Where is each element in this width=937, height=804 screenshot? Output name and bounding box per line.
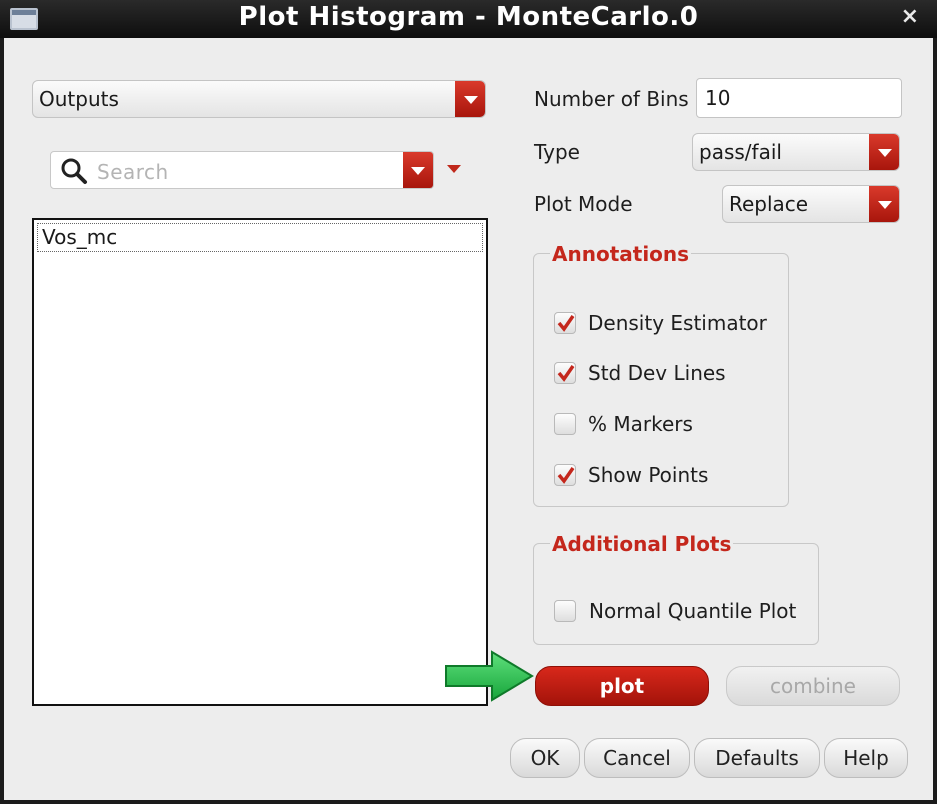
percent-markers-checkbox[interactable] <box>554 413 576 435</box>
search-icon <box>61 158 87 184</box>
additional-plots-group: Additional Plots Normal Quantile Plot <box>533 532 819 645</box>
plot-mode-label: Plot Mode <box>534 192 633 216</box>
outputs-select[interactable]: Outputs <box>32 80 486 118</box>
ok-button[interactable]: OK <box>510 738 580 778</box>
annotations-title: Annotations <box>550 242 692 266</box>
density-estimator-checkbox[interactable] <box>554 312 576 334</box>
help-button[interactable]: Help <box>824 738 908 778</box>
outputs-select-value: Outputs <box>39 87 119 111</box>
search-options-menu-icon[interactable] <box>447 165 461 173</box>
window-title: Plot Histogram - MonteCarlo.0 <box>238 2 699 32</box>
list-item[interactable]: Vos_mc <box>37 223 483 252</box>
bins-label: Number of Bins <box>534 87 689 111</box>
close-icon[interactable]: × <box>901 4 919 29</box>
defaults-button[interactable]: Defaults <box>694 738 820 778</box>
annotations-group: Annotations Density Estimator Std Dev Li… <box>533 242 789 507</box>
chevron-down-icon[interactable] <box>869 186 899 222</box>
chevron-down-icon[interactable] <box>869 134 899 170</box>
cancel-button[interactable]: Cancel <box>584 738 690 778</box>
std-dev-lines-label: Std Dev Lines <box>588 361 726 385</box>
checkmark-icon <box>557 315 575 332</box>
search-history-dropdown-icon[interactable] <box>403 152 433 188</box>
density-estimator-label: Density Estimator <box>588 311 767 335</box>
chevron-down-icon[interactable] <box>455 81 485 117</box>
percent-markers-label: % Markers <box>588 412 693 436</box>
search-input[interactable]: Search <box>50 151 434 189</box>
checkmark-icon <box>557 467 575 484</box>
normal-quantile-plot-checkbox[interactable] <box>554 600 576 622</box>
outputs-list[interactable]: Vos_mc <box>32 218 488 706</box>
pointer-arrow-icon <box>445 650 534 702</box>
type-select[interactable]: pass/fail <box>692 133 900 171</box>
title-bar: Plot Histogram - MonteCarlo.0 × <box>0 0 937 38</box>
show-points-label: Show Points <box>588 463 709 487</box>
plot-histogram-dialog: Outputs Search Vos_mc Number of Bins 10 … <box>4 38 933 800</box>
type-label: Type <box>534 140 580 164</box>
plot-mode-select-value: Replace <box>729 192 809 216</box>
std-dev-lines-checkbox[interactable] <box>554 362 576 384</box>
type-select-value: pass/fail <box>699 140 782 164</box>
normal-quantile-plot-label: Normal Quantile Plot <box>589 599 797 623</box>
plot-mode-select[interactable]: Replace <box>722 185 900 223</box>
show-points-checkbox[interactable] <box>554 464 576 486</box>
combine-button[interactable]: combine <box>726 666 900 706</box>
number-of-bins-field[interactable]: 10 <box>696 78 902 118</box>
search-placeholder: Search <box>97 160 169 184</box>
plot-button[interactable]: plot <box>535 666 709 706</box>
checkmark-icon <box>557 365 575 382</box>
additional-plots-title: Additional Plots <box>550 532 734 556</box>
